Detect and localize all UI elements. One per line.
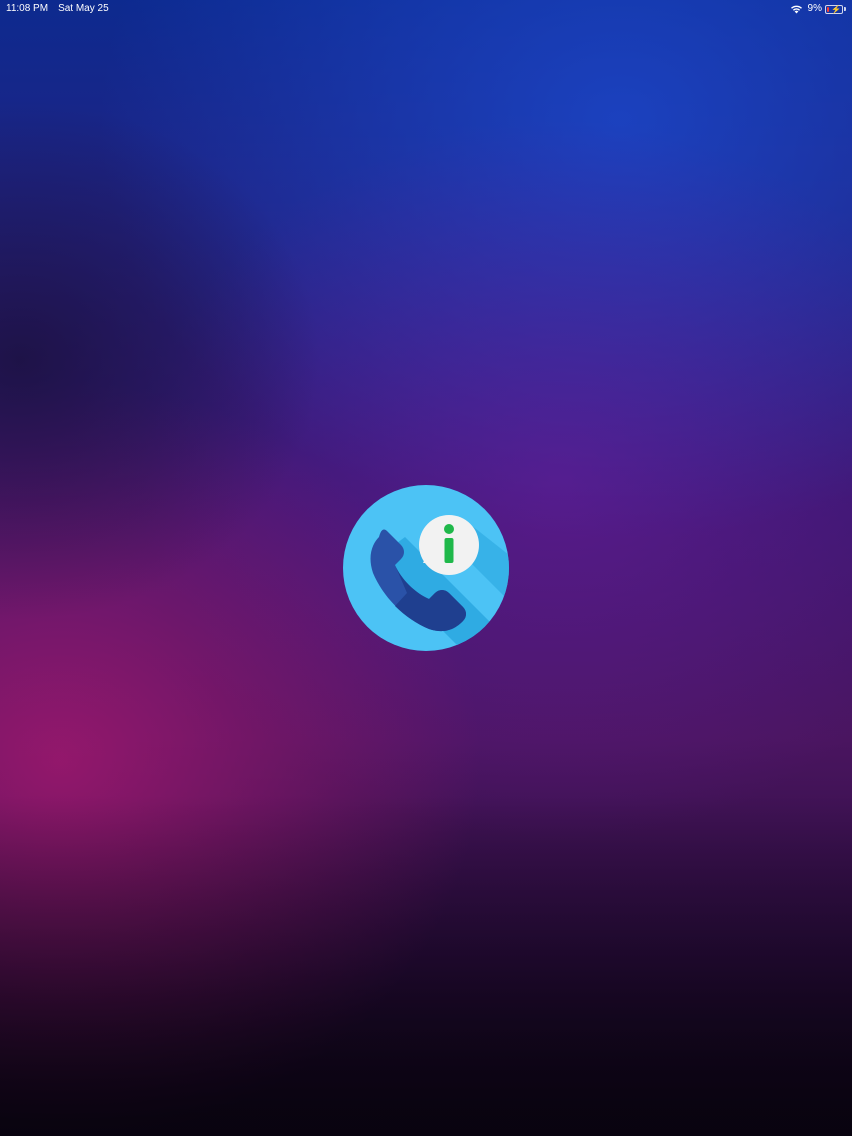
splash-screen: 11:08 PM Sat May 25 9% ⚡: [0, 0, 852, 1136]
charging-bolt-icon: ⚡: [831, 4, 841, 14]
info-stem: [444, 538, 454, 563]
info-dot: [444, 524, 454, 534]
status-time: 11:08 PM: [6, 3, 49, 14]
info-bubble-icon: [419, 515, 479, 575]
phone-info-icon: [343, 485, 509, 651]
status-right: 9% ⚡: [790, 0, 846, 18]
wifi-icon: [790, 5, 802, 14]
battery-cap: [844, 7, 846, 11]
battery-level: [827, 6, 829, 12]
app-logo: [343, 485, 509, 651]
status-bar: 11:08 PM Sat May 25 9% ⚡: [0, 0, 852, 18]
battery-charging-icon: ⚡: [825, 4, 843, 14]
battery-percent: 9%: [807, 3, 822, 14]
status-left: 11:08 PM Sat May 25: [6, 0, 119, 18]
status-date: Sat May 25: [58, 3, 109, 14]
